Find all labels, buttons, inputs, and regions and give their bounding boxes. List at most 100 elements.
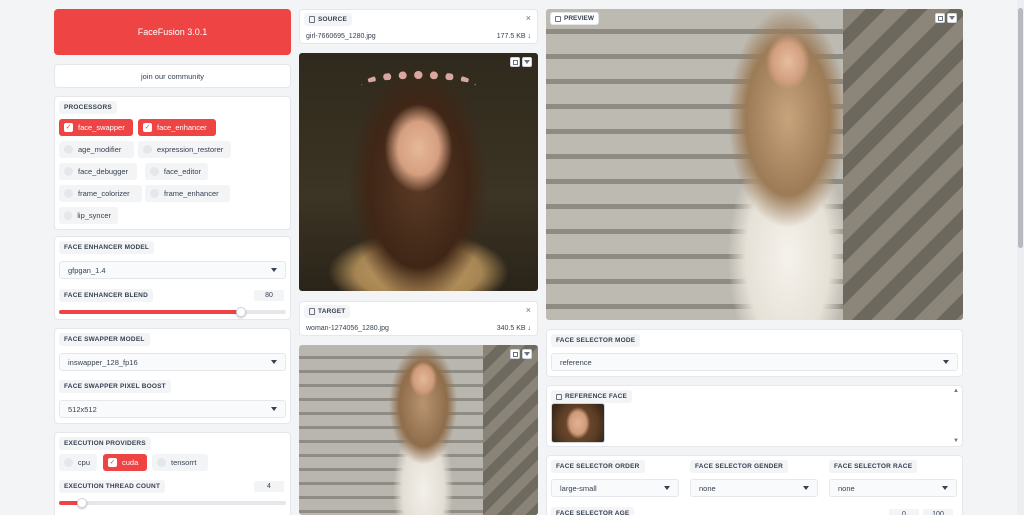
slider-thumb[interactable] <box>235 307 246 317</box>
checkbox-expression-restorer[interactable]: expression_restorer <box>138 141 231 158</box>
chevron-down-icon <box>271 268 277 272</box>
execution-thread-slider[interactable] <box>59 498 286 508</box>
execution-panel: EXECUTION PROVIDERS EXECUTION THREAD COU… <box>54 432 291 515</box>
stone-wall <box>843 9 963 320</box>
unchecked-icon <box>143 145 152 154</box>
face-selector-order-dropdown[interactable]: large-small <box>551 479 679 497</box>
source-filename: girl-7660695_1280.jpg <box>306 33 376 40</box>
close-icon[interactable]: × <box>526 305 531 315</box>
reference-face-panel: REFERENCE FACE ▲ ▼ <box>546 385 963 447</box>
preview-label: PREVIEW <box>550 12 599 25</box>
face-selector-gender-dropdown[interactable]: none <box>690 479 818 497</box>
unchecked-icon <box>64 211 73 220</box>
checkbox-label: lip_syncer <box>77 211 111 220</box>
reference-face-label: REFERENCE FACE <box>551 390 633 403</box>
slider-thumb[interactable] <box>76 498 87 508</box>
checkbox-frame-colorizer[interactable]: frame_colorizer <box>59 185 142 202</box>
source-panel: SOURCE × girl-7660695_1280.jpg 177.5 KB … <box>299 9 538 44</box>
stone-wall <box>483 345 538 515</box>
checkbox-cuda[interactable]: ✓ cuda <box>103 454 147 471</box>
unchecked-icon <box>157 458 166 467</box>
chevron-down-icon <box>271 360 277 364</box>
face-selector-mode-panel: FACE SELECTOR MODE reference <box>546 329 963 377</box>
checkbox-label: face_swapper <box>78 123 125 132</box>
unchecked-icon <box>64 189 73 198</box>
fullscreen-icon[interactable] <box>510 57 520 67</box>
preview-image: PREVIEW <box>546 9 963 320</box>
face-enhancer-blend-label: FACE ENHANCER BLEND <box>59 289 153 302</box>
flower-crown <box>361 71 476 101</box>
fullscreen-icon[interactable] <box>510 349 520 359</box>
checkbox-label: face_editor <box>163 167 201 176</box>
checkmark-icon: ✓ <box>143 123 152 132</box>
community-button[interactable]: join our community <box>54 64 291 88</box>
slider-fill <box>59 310 241 314</box>
face-enhancer-blend-slider[interactable] <box>59 307 286 317</box>
face-enhancer-model-label: FACE ENHANCER MODEL <box>59 241 155 254</box>
face-selector-age-min[interactable]: 0 <box>889 509 919 515</box>
face-selector-gender-value: none <box>699 483 716 493</box>
checkbox-label: frame_enhancer <box>164 189 219 198</box>
unchecked-icon <box>150 167 159 176</box>
checkbox-face-editor[interactable]: face_editor <box>145 163 208 180</box>
face-enhancer-model-value: gfpgan_1.4 <box>68 265 106 275</box>
chevron-down-icon <box>271 407 277 411</box>
checkbox-tensorrt[interactable]: tensorrt <box>152 454 208 471</box>
face-swapper-boost-label: FACE SWAPPER PIXEL BOOST <box>59 380 171 393</box>
checkmark-icon: ✓ <box>64 123 73 132</box>
face-selector-order-label: FACE SELECTOR ORDER <box>551 460 645 473</box>
checkbox-cpu[interactable]: cpu <box>59 454 97 471</box>
checkbox-face-debugger[interactable]: face_debugger <box>59 163 137 180</box>
checkbox-label: tensorrt <box>171 458 197 467</box>
checkbox-label: cpu <box>77 458 90 467</box>
face-swapper-model-dropdown[interactable]: inswapper_128_fp16 <box>59 353 286 371</box>
download-icon[interactable] <box>522 57 532 67</box>
checkbox-label: face_enhancer <box>157 123 207 132</box>
face-selector-mode-label: FACE SELECTOR MODE <box>551 334 641 347</box>
checkbox-lip-syncer[interactable]: lip_syncer <box>59 207 118 224</box>
community-label: join our community <box>141 71 204 81</box>
chevron-down-icon <box>942 486 948 490</box>
face-enhancer-blend-number[interactable]: 80 <box>254 290 284 301</box>
processors-panel: PROCESSORS ✓ face_swapper ✓ face_enhancer ag… <box>54 96 291 230</box>
face-enhancer-model-dropdown[interactable]: gfpgan_1.4 <box>59 261 286 279</box>
execution-providers-label: EXECUTION PROVIDERS <box>59 437 151 450</box>
face-swapper-boost-value: 512x512 <box>68 404 97 414</box>
checkbox-age-modifier[interactable]: age_modifier <box>59 141 134 158</box>
face-enhancer-panel: FACE ENHANCER MODEL gfpgan_1.4 FACE ENHA… <box>54 236 291 320</box>
scroll-up-icon[interactable]: ▲ <box>953 388 959 394</box>
face-selector-mode-value: reference <box>560 357 592 367</box>
scrollbar-thumb[interactable] <box>1018 8 1023 248</box>
face-swapper-model-label: FACE SWAPPER MODEL <box>59 333 150 346</box>
chevron-down-icon <box>664 486 670 490</box>
execution-thread-number[interactable]: 4 <box>254 481 284 492</box>
face-selector-race-dropdown[interactable]: none <box>829 479 957 497</box>
app-title: FaceFusion 3.0.1 <box>137 27 208 37</box>
title-banner: FaceFusion 3.0.1 <box>54 9 291 55</box>
checkbox-label: face_debugger <box>78 167 129 176</box>
face-selector-age-max[interactable]: 100 <box>923 509 953 515</box>
source-size[interactable]: 177.5 KB ↓ <box>497 33 531 40</box>
checkmark-icon: ✓ <box>108 458 117 467</box>
page-scrollbar[interactable] <box>1017 0 1024 515</box>
download-icon[interactable] <box>522 349 532 359</box>
file-icon <box>309 308 315 315</box>
scroll-down-icon[interactable]: ▼ <box>953 438 959 444</box>
face-swapper-boost-dropdown[interactable]: 512x512 <box>59 400 286 418</box>
close-icon[interactable]: × <box>526 13 531 23</box>
face-swapper-panel: FACE SWAPPER MODEL inswapper_128_fp16 FA… <box>54 328 291 424</box>
checkbox-frame-enhancer[interactable]: frame_enhancer <box>145 185 230 202</box>
unchecked-icon <box>64 167 73 176</box>
checkbox-face-swapper[interactable]: ✓ face_swapper <box>59 119 133 136</box>
download-icon[interactable] <box>947 13 957 23</box>
face-swapper-model-value: inswapper_128_fp16 <box>68 357 138 367</box>
reference-face-thumbnail[interactable] <box>551 403 605 443</box>
checkbox-face-enhancer[interactable]: ✓ face_enhancer <box>138 119 216 136</box>
target-panel: TARGET × woman-1274056_1280.jpg 340.5 KB… <box>299 301 538 336</box>
face-selector-order-value: large-small <box>560 483 597 493</box>
target-filename: woman-1274056_1280.jpg <box>306 325 389 332</box>
fullscreen-icon[interactable] <box>935 13 945 23</box>
source-label: SOURCE <box>304 13 353 26</box>
face-selector-mode-dropdown[interactable]: reference <box>551 353 958 371</box>
target-size[interactable]: 340.5 KB ↓ <box>497 325 531 332</box>
